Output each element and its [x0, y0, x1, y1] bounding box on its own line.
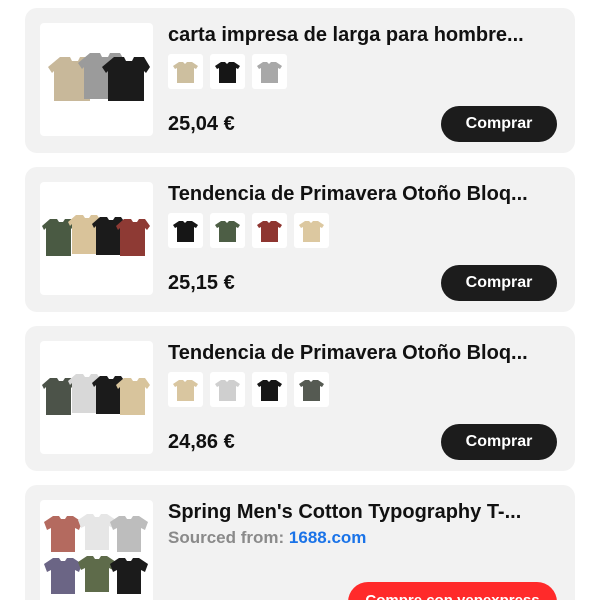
- garment-shape: [78, 556, 116, 592]
- color-swatch[interactable]: [210, 54, 245, 89]
- product-card[interactable]: Tendencia de Primavera Otoño Bloq... 24,…: [25, 326, 575, 471]
- sourced-site-link[interactable]: 1688.com: [289, 528, 367, 547]
- sweatshirt-icon: [215, 221, 240, 242]
- color-swatches: [168, 213, 329, 248]
- sweatshirt-icon: [173, 221, 198, 242]
- buy-button[interactable]: Comprar: [441, 265, 557, 301]
- sweatshirt-icon: [257, 221, 282, 242]
- color-swatch[interactable]: [210, 213, 245, 248]
- sweatshirt-image-icon: [42, 215, 150, 256]
- product-price: 24,86 €: [168, 431, 235, 453]
- product-thumbnail[interactable]: [40, 500, 153, 600]
- sweatshirt-icon: [215, 380, 240, 401]
- sweatshirt-icon: [215, 62, 240, 83]
- product-title[interactable]: Tendencia de Primavera Otoño Bloq...: [168, 181, 563, 207]
- sweatshirt-icon: [299, 221, 324, 242]
- color-swatch[interactable]: [294, 372, 329, 407]
- sourced-label: Sourced from:: [168, 528, 285, 547]
- product-card[interactable]: carta impresa de larga para hombre... 25…: [25, 8, 575, 153]
- garment-shape: [44, 516, 82, 552]
- color-swatch[interactable]: [168, 54, 203, 89]
- garment-shape: [102, 57, 150, 101]
- garment-shape: [44, 558, 82, 594]
- color-swatch[interactable]: [252, 372, 287, 407]
- product-title[interactable]: Spring Men's Cotton Typography T-...: [168, 499, 563, 525]
- buy-with-yepexpress-button[interactable]: Compre con yepexpress: [348, 582, 557, 600]
- color-swatch[interactable]: [168, 372, 203, 407]
- buy-button[interactable]: Comprar: [441, 424, 557, 460]
- color-swatch[interactable]: [294, 213, 329, 248]
- garment-shape: [116, 378, 150, 415]
- color-swatch[interactable]: [252, 54, 287, 89]
- sweatshirt-icon: [173, 62, 198, 83]
- product-card[interactable]: Spring Men's Cotton Typography T-... Sou…: [25, 485, 575, 600]
- product-card[interactable]: Tendencia de Primavera Otoño Bloq... 25,…: [25, 167, 575, 312]
- color-swatch[interactable]: [252, 213, 287, 248]
- sweatshirt-image-icon: [42, 374, 150, 415]
- product-title[interactable]: carta impresa de larga para hombre...: [168, 22, 563, 48]
- sweatshirt-icon: [257, 62, 282, 83]
- color-swatch[interactable]: [210, 372, 245, 407]
- product-thumbnail[interactable]: [40, 182, 153, 295]
- garment-shape: [110, 558, 148, 594]
- color-swatch[interactable]: [168, 213, 203, 248]
- garment-shape: [110, 516, 148, 552]
- garment-shape: [116, 219, 150, 256]
- product-price: 25,04 €: [168, 113, 235, 135]
- sweatshirt-icon: [257, 380, 282, 401]
- color-swatches: [168, 54, 287, 89]
- product-thumbnail[interactable]: [40, 23, 153, 136]
- product-price: 25,15 €: [168, 272, 235, 294]
- product-thumbnail[interactable]: [40, 341, 153, 454]
- sweatshirt-image-icon: [48, 53, 150, 101]
- product-title[interactable]: Tendencia de Primavera Otoño Bloq...: [168, 340, 563, 366]
- product-list: carta impresa de larga para hombre... 25…: [0, 0, 600, 600]
- tshirt-image-icon: [44, 514, 148, 594]
- garment-shape: [78, 514, 116, 550]
- sweatshirt-icon: [173, 380, 198, 401]
- color-swatches: [168, 372, 329, 407]
- sourced-from: Sourced from: 1688.com: [168, 527, 366, 549]
- sweatshirt-icon: [299, 380, 324, 401]
- buy-button[interactable]: Comprar: [441, 106, 557, 142]
